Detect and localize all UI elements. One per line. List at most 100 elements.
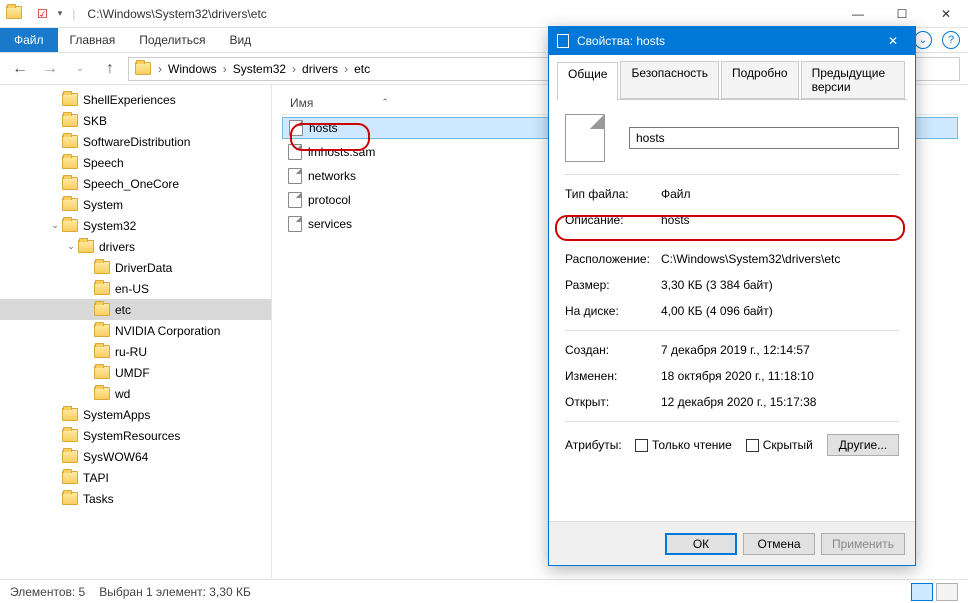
tree-item-systemapps[interactable]: SystemApps <box>0 404 271 425</box>
tree-item-label: TAPI <box>83 471 109 485</box>
view-icons-button[interactable] <box>936 583 958 601</box>
tree-item-tasks[interactable]: Tasks <box>0 488 271 509</box>
tab-previous[interactable]: Предыдущие версии <box>801 61 905 99</box>
file-icon <box>288 216 302 232</box>
status-selection: Выбран 1 элемент: 3,30 КБ <box>99 585 251 599</box>
breadcrumb-sep[interactable]: › <box>290 62 298 76</box>
status-item-count: Элементов: 5 <box>10 585 85 599</box>
tree-item-en-us[interactable]: en-US <box>0 278 271 299</box>
breadcrumb-item[interactable]: drivers <box>298 62 342 76</box>
tree-item-driverdata[interactable]: DriverData <box>0 257 271 278</box>
expand-ribbon-icon[interactable]: ⌄ <box>914 31 932 49</box>
value-filetype: Файл <box>661 187 899 201</box>
folder-icon <box>94 345 110 358</box>
file-name: networks <box>308 169 356 183</box>
tree-item-label: NVIDIA Corporation <box>115 324 220 338</box>
tree-item-label: Tasks <box>83 492 114 506</box>
tree-item-wd[interactable]: wd <box>0 383 271 404</box>
folder-icon <box>94 324 110 337</box>
tree-item-etc[interactable]: etc <box>0 299 271 320</box>
tree-item-label: ru-RU <box>115 345 147 359</box>
tab-general[interactable]: Общие <box>557 62 618 100</box>
filename-input[interactable] <box>629 127 899 149</box>
folder-icon <box>94 387 110 400</box>
ribbon-share-tab[interactable]: Поделиться <box>127 28 217 52</box>
apply-button[interactable]: Применить <box>821 533 905 555</box>
cancel-button[interactable]: Отмена <box>743 533 815 555</box>
folder-icon <box>62 471 78 484</box>
dialog-body: Общие Безопасность Подробно Предыдущие в… <box>549 55 915 521</box>
folder-tree[interactable]: ShellExperiencesSKBSoftwareDistribution S… <box>0 85 272 578</box>
minimize-button[interactable]: — <box>836 0 880 28</box>
close-button[interactable]: ✕ <box>924 0 968 28</box>
expander-icon[interactable]: ⌄ <box>48 220 62 231</box>
nav-forward-button[interactable]: → <box>38 57 62 81</box>
breadcrumb-item[interactable]: Windows <box>164 62 221 76</box>
tree-item-nvidia-corporation[interactable]: NVIDIA Corporation <box>0 320 271 341</box>
tree-item-tapi[interactable]: TAPI <box>0 467 271 488</box>
folder-icon <box>62 93 78 106</box>
file-name: hosts <box>309 121 338 135</box>
breadcrumb-sep[interactable]: › <box>221 62 229 76</box>
tree-item-ru-ru[interactable]: ru-RU <box>0 341 271 362</box>
column-name[interactable]: Имя <box>282 96 321 110</box>
tree-item-softwaredistribution[interactable]: SoftwareDistribution <box>0 131 271 152</box>
breadcrumb-item[interactable]: etc <box>350 62 374 76</box>
tree-item-syswow64[interactable]: SysWOW64 <box>0 446 271 467</box>
tree-item-system[interactable]: System <box>0 194 271 215</box>
folder-icon <box>62 156 78 169</box>
tree-item-label: Speech <box>83 156 124 170</box>
ribbon-home-tab[interactable]: Главная <box>58 28 128 52</box>
checkbox-readonly[interactable] <box>635 439 648 452</box>
tab-details[interactable]: Подробно <box>721 61 799 99</box>
dialog-titlebar[interactable]: Свойства: hosts ✕ <box>549 27 915 55</box>
nav-history-dropdown[interactable]: ⌄ <box>68 57 92 81</box>
tree-item-shellexperiences[interactable]: ShellExperiences <box>0 89 271 110</box>
file-icon <box>289 120 303 136</box>
file-name: services <box>308 217 352 231</box>
ok-button[interactable]: ОК <box>665 533 737 555</box>
tree-item-skb[interactable]: SKB <box>0 110 271 131</box>
label-attributes: Атрибуты: <box>565 438 635 452</box>
tree-item-speech-onecore[interactable]: Speech_OneCore <box>0 173 271 194</box>
tree-item-label: etc <box>115 303 131 317</box>
tree-item-umdf[interactable]: UMDF <box>0 362 271 383</box>
checkbox-hidden[interactable] <box>746 439 759 452</box>
label-size: Размер: <box>565 278 661 292</box>
tab-security[interactable]: Безопасность <box>620 61 719 99</box>
file-icon <box>288 168 302 184</box>
nav-up-button[interactable]: ↑ <box>98 57 122 81</box>
dialog-footer: ОК Отмена Применить <box>549 521 915 565</box>
help-icon[interactable]: ? <box>942 31 960 49</box>
value-ondisk: 4,00 КБ (4 096 байт) <box>661 304 899 318</box>
dialog-file-icon <box>557 34 569 48</box>
qat-dropdown-icon[interactable]: ▾ <box>58 8 63 19</box>
file-type-icon <box>565 114 605 162</box>
tree-item-system32[interactable]: ⌄System32 <box>0 215 271 236</box>
dialog-tabs: Общие Безопасность Подробно Предыдущие в… <box>557 61 907 100</box>
ribbon-view-tab[interactable]: Вид <box>217 28 263 52</box>
tree-item-systemresources[interactable]: SystemResources <box>0 425 271 446</box>
folder-icon <box>62 135 78 148</box>
value-location: C:\Windows\System32\drivers\etc <box>661 252 899 266</box>
maximize-button[interactable]: ☐ <box>880 0 924 28</box>
breadcrumb-sep[interactable]: › <box>342 62 350 76</box>
tree-item-label: SysWOW64 <box>83 450 148 464</box>
expander-icon[interactable]: ⌄ <box>64 241 78 252</box>
qat-separator: | <box>72 7 75 21</box>
tree-item-speech[interactable]: Speech <box>0 152 271 173</box>
value-modified: 18 октября 2020 г., 11:18:10 <box>661 369 899 383</box>
breadcrumb-item[interactable]: System32 <box>229 62 290 76</box>
nav-back-button[interactable]: ← <box>8 57 32 81</box>
view-details-button[interactable] <box>911 583 933 601</box>
tree-item-drivers[interactable]: ⌄drivers <box>0 236 271 257</box>
dialog-close-button[interactable]: ✕ <box>871 27 915 55</box>
folder-icon <box>94 261 110 274</box>
qat-checkbox-icon[interactable]: ☑ <box>37 7 48 21</box>
tree-item-label: SystemResources <box>83 429 180 443</box>
ribbon-file-tab[interactable]: Файл <box>0 28 58 52</box>
folder-icon <box>62 429 78 442</box>
breadcrumb-sep[interactable]: › <box>156 62 164 76</box>
other-attrs-button[interactable]: Другие... <box>827 434 899 456</box>
folder-icon <box>94 282 110 295</box>
